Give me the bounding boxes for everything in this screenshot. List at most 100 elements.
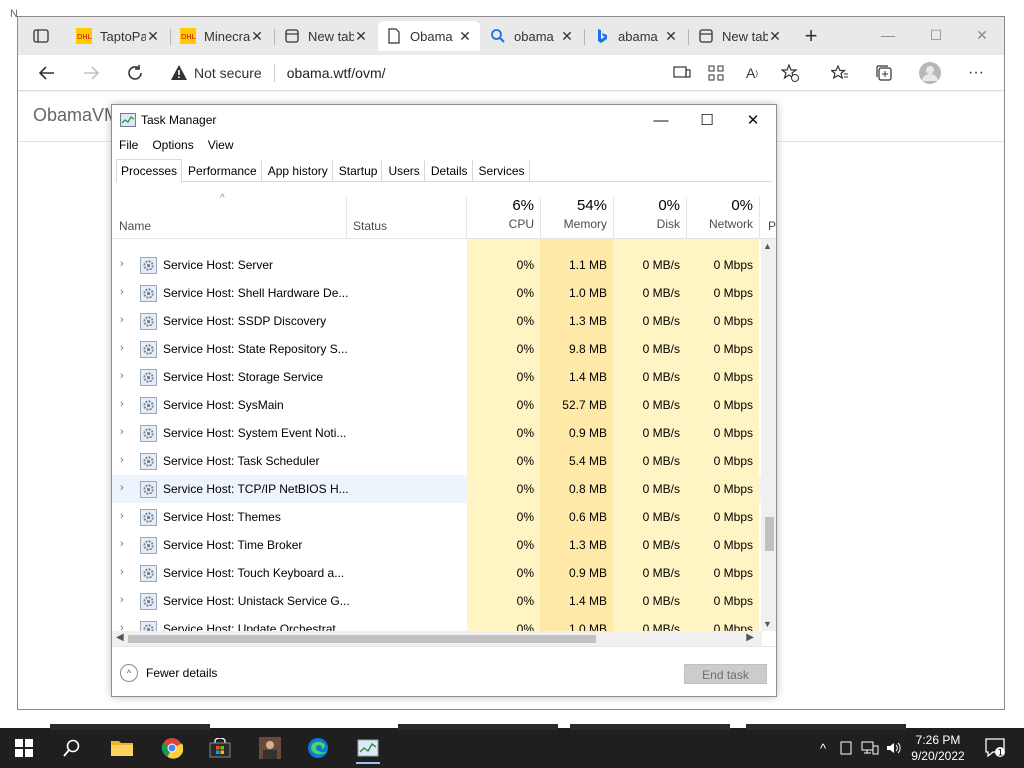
- column-memory[interactable]: 54% Memory: [540, 185, 613, 238]
- tab-performance[interactable]: Performance: [183, 159, 262, 181]
- close-window-button[interactable]: ✕: [960, 23, 1004, 47]
- refresh-button[interactable]: [120, 59, 150, 87]
- profile-avatar-icon[interactable]: [916, 60, 944, 86]
- tab-4[interactable]: obama ✕: [482, 21, 582, 51]
- menu-view[interactable]: View: [201, 135, 241, 157]
- table-row[interactable]: › Service Host: Unistack Service G... 0% 1.…: [112, 587, 762, 615]
- tablet-icon[interactable]: [836, 728, 856, 768]
- read-aloud-icon[interactable]: A): [738, 60, 766, 86]
- store-icon[interactable]: [200, 732, 240, 764]
- task-manager-titlebar[interactable]: Task Manager — ☐ ✕: [112, 105, 776, 135]
- chevron-right-icon[interactable]: ›: [120, 622, 130, 631]
- column-disk[interactable]: 0% Disk: [613, 185, 686, 238]
- scroll-down-icon[interactable]: ▼: [763, 619, 772, 629]
- forward-button[interactable]: [76, 59, 106, 87]
- volume-icon[interactable]: [882, 728, 906, 768]
- system-clock[interactable]: 7:26 PM 9/20/2022: [908, 732, 968, 764]
- chevron-right-icon[interactable]: ›: [120, 286, 130, 300]
- chevron-right-icon[interactable]: ›: [120, 510, 130, 524]
- close-icon[interactable]: ✕: [768, 28, 782, 45]
- close-button[interactable]: ✕: [730, 107, 776, 133]
- table-row[interactable]: › Service Host: SSDP Discovery 0% 1.3 MB 0 M…: [112, 307, 762, 335]
- tab-app-history[interactable]: App history: [263, 159, 333, 181]
- column-cpu[interactable]: 6% CPU: [467, 185, 540, 238]
- table-row[interactable]: › Service Host: Server 0% 1.1 MB 0 MB/s 0 Mbp…: [112, 251, 762, 279]
- chevron-right-icon[interactable]: ›: [120, 538, 130, 552]
- menu-file[interactable]: File: [112, 135, 145, 157]
- fewer-details-button[interactable]: ^ Fewer details: [120, 664, 217, 682]
- close-icon[interactable]: ✕: [354, 28, 368, 45]
- chevron-right-icon[interactable]: ›: [120, 454, 130, 468]
- tab-details[interactable]: Details: [426, 159, 473, 181]
- maximize-button[interactable]: ☐: [684, 107, 730, 133]
- chevron-right-icon[interactable]: ›: [120, 370, 130, 384]
- apps-icon[interactable]: [702, 60, 730, 86]
- chevron-right-icon[interactable]: ›: [120, 398, 130, 412]
- close-icon[interactable]: ✕: [250, 28, 264, 45]
- close-icon[interactable]: ✕: [458, 28, 472, 45]
- tab-startup[interactable]: Startup: [334, 159, 383, 181]
- search-icon[interactable]: [52, 732, 92, 764]
- table-row[interactable]: › Service Host: TCP/IP NetBIOS H... 0% 0.8 …: [112, 475, 762, 503]
- edge-icon[interactable]: [298, 732, 338, 764]
- close-icon[interactable]: ✕: [146, 28, 160, 45]
- app-icon[interactable]: [250, 732, 290, 764]
- chrome-icon[interactable]: [152, 732, 192, 764]
- tab-3[interactable]: Obama ✕: [378, 21, 480, 51]
- table-row[interactable]: › Service Host: State Repository S... 0% 9.…: [112, 335, 762, 363]
- table-row[interactable]: › Service Host: Touch Keyboard a... 0% 0.9 …: [112, 559, 762, 587]
- chevron-right-icon[interactable]: ›: [120, 566, 130, 580]
- table-row[interactable]: › Service Host: System Event Noti... 0% 0.9…: [112, 419, 762, 447]
- favorite-add-icon[interactable]: [776, 60, 804, 86]
- table-row[interactable]: › Service Host: Time Broker 0% 1.3 MB 0 MB/s…: [112, 531, 762, 559]
- tab-2[interactable]: New tab ✕: [276, 21, 376, 51]
- vertical-scrollbar[interactable]: ▲ ▼: [761, 239, 776, 631]
- tab-5[interactable]: abama ✕: [586, 21, 686, 51]
- tab-6[interactable]: New tab ✕: [690, 21, 790, 51]
- scroll-thumb[interactable]: [765, 517, 774, 551]
- scroll-left-icon[interactable]: ◀: [116, 632, 124, 643]
- chevron-up-icon[interactable]: ^: [812, 728, 834, 768]
- column-status[interactable]: Status: [353, 219, 387, 233]
- scroll-thumb[interactable]: [128, 635, 596, 643]
- column-network[interactable]: 0% Network: [686, 185, 759, 238]
- tab-services[interactable]: Services: [474, 159, 530, 181]
- column-more[interactable]: P: [768, 219, 776, 233]
- end-task-button[interactable]: End task: [684, 664, 767, 684]
- table-row[interactable]: › Service Host: Update Orchestrat... 0% 1.0…: [112, 615, 762, 631]
- chevron-right-icon[interactable]: ›: [120, 594, 130, 608]
- close-icon[interactable]: ✕: [560, 28, 574, 45]
- chevron-right-icon[interactable]: ›: [120, 426, 130, 440]
- favorites-icon[interactable]: [826, 60, 854, 86]
- scroll-up-icon[interactable]: ▲: [763, 241, 772, 251]
- table-row[interactable]: › Service Host: Themes 0% 0.6 MB 0 MB/s 0 Mbp…: [112, 503, 762, 531]
- table-row[interactable]: › Service Host: Task Scheduler 0% 5.4 MB 0 M…: [112, 447, 762, 475]
- security-label[interactable]: Not secure: [194, 65, 262, 81]
- address-bar[interactable]: Not secure obama.wtf/ovm/: [170, 59, 670, 87]
- chevron-right-icon[interactable]: ›: [120, 258, 130, 272]
- tab-processes[interactable]: Processes: [116, 159, 183, 183]
- horizontal-scrollbar[interactable]: ◀ ▶: [112, 631, 762, 646]
- chevron-right-icon[interactable]: ›: [120, 482, 130, 496]
- scroll-right-icon[interactable]: ▶: [746, 632, 754, 643]
- table-row[interactable]: › Service Host: Shell Hardware De... 0% 1.0…: [112, 279, 762, 307]
- menu-options[interactable]: Options: [145, 135, 200, 157]
- start-icon[interactable]: [4, 732, 44, 764]
- minimize-button[interactable]: —: [638, 107, 684, 133]
- table-row[interactable]: › Service Host: SysMain 0% 52.7 MB 0 MB/s 0 M…: [112, 391, 762, 419]
- collections-icon[interactable]: [870, 60, 898, 86]
- new-tab-button[interactable]: +: [798, 23, 824, 49]
- column-name[interactable]: Name: [119, 219, 151, 233]
- notification-icon[interactable]: 1: [984, 736, 1006, 759]
- chevron-right-icon[interactable]: ›: [120, 342, 130, 356]
- file-explorer-icon[interactable]: [102, 732, 142, 764]
- minimize-button[interactable]: —: [866, 23, 910, 47]
- tab-users[interactable]: Users: [383, 159, 425, 181]
- url-text[interactable]: obama.wtf/ovm/: [287, 65, 386, 81]
- task-manager-icon[interactable]: [348, 732, 388, 764]
- tab-1[interactable]: DHL Minecraft ✕: [172, 21, 272, 51]
- device-icon[interactable]: [668, 60, 696, 86]
- table-row[interactable]: › Service Host: Storage Service 0% 1.4 MB 0 …: [112, 363, 762, 391]
- close-icon[interactable]: ✕: [664, 28, 678, 45]
- tab-actions-button[interactable]: [28, 25, 54, 47]
